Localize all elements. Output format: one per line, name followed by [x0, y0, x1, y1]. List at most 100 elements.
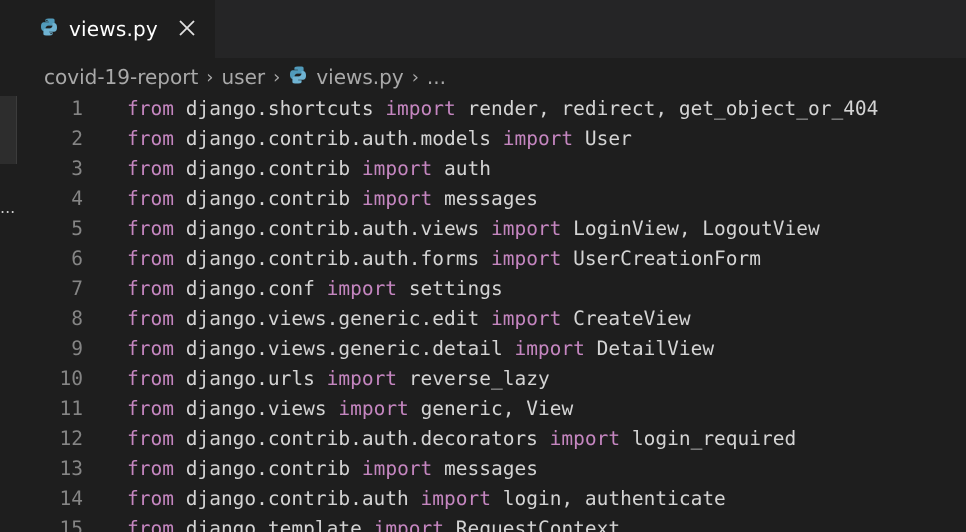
keyword-import: import: [361, 457, 433, 480]
code-line[interactable]: 6 from django.contrib.auth.forms import U…: [19, 244, 966, 274]
module-path: django.contrib: [185, 457, 351, 480]
code-line[interactable]: 8 from django.views.generic.edit import C…: [19, 304, 966, 334]
keyword-import: import: [420, 487, 491, 510]
line-number: 14: [59, 487, 83, 510]
keyword-from: from: [127, 367, 174, 390]
breadcrumb-folder-user[interactable]: user: [222, 65, 266, 89]
code-line[interactable]: 7 from django.conf import settings: [19, 274, 966, 304]
editor-tab-bar: views.py: [0, 0, 966, 58]
keyword-import: import: [373, 517, 445, 532]
code-text: from django.template import RequestConte…: [127, 514, 620, 532]
keyword-from: from: [127, 517, 174, 532]
code-text: from django.contrib.auth import login, a…: [127, 484, 726, 514]
keyword-import: import: [361, 187, 433, 210]
code-text: from django.views import generic, View: [127, 394, 573, 424]
keyword-from: from: [127, 397, 174, 420]
line-number: 3: [71, 157, 83, 180]
breadcrumb-folder-covid-19-report[interactable]: covid-19-report: [44, 65, 198, 89]
imported-names: CreateView: [573, 307, 691, 330]
module-path: django.contrib.auth.views: [185, 217, 480, 240]
keyword-import: import: [514, 337, 585, 360]
tab-bar-gutter: [0, 0, 19, 58]
code-text: from django.views.generic.detail import …: [127, 334, 714, 364]
keyword-from: from: [127, 157, 174, 180]
keyword-import: import: [326, 367, 398, 390]
code-line[interactable]: 13 from django.contrib import messages: [19, 454, 966, 484]
module-path: django.template: [185, 517, 362, 532]
code-text: from django.contrib import messages: [127, 184, 538, 214]
keyword-from: from: [127, 187, 174, 210]
keyword-from: from: [127, 487, 174, 510]
line-number: 1: [71, 97, 83, 120]
keyword-import: import: [502, 127, 574, 150]
imported-names: render, redirect, get_object_or_404: [467, 97, 879, 120]
code-line[interactable]: 3 from django.contrib import auth: [19, 154, 966, 184]
module-path: django.shortcuts: [185, 97, 374, 120]
code-text: from django.contrib.auth.forms import Us…: [127, 244, 761, 274]
code-line[interactable]: 10 from django.urls import reverse_lazy: [19, 364, 966, 394]
tab-views-py[interactable]: views.py: [19, 0, 215, 58]
line-number: 11: [59, 397, 83, 420]
code-line[interactable]: 5 from django.contrib.auth.views import L…: [19, 214, 966, 244]
keyword-import: import: [361, 157, 433, 180]
keyword-from: from: [127, 457, 174, 480]
keyword-from: from: [127, 427, 174, 450]
code-line[interactable]: 4 from django.contrib import messages: [19, 184, 966, 214]
tab-label: views.py: [69, 17, 158, 41]
code-line[interactable]: 15 from django.template import RequestCon…: [19, 514, 966, 532]
module-path: django.views.generic.edit: [185, 307, 480, 330]
code-line[interactable]: 1 from django.shortcuts import render, re…: [19, 94, 966, 124]
breadcrumb-symbol-ellipsis[interactable]: ...: [427, 65, 446, 89]
keyword-import: import: [490, 247, 562, 270]
line-number: 7: [71, 277, 83, 300]
keyword-from: from: [127, 337, 174, 360]
line-number: 9: [71, 337, 83, 360]
close-icon[interactable]: [177, 18, 197, 38]
module-path: django.views.generic.detail: [185, 337, 503, 360]
imported-names: messages: [444, 187, 538, 210]
keyword-from: from: [127, 277, 174, 300]
code-line[interactable]: 2 from django.contrib.auth.models import …: [19, 124, 966, 154]
code-text: from django.shortcuts import render, red…: [127, 94, 878, 124]
code-line[interactable]: 12 from django.contrib.auth.decorators im…: [19, 424, 966, 454]
side-panel-overflow[interactable]: ...: [0, 96, 17, 216]
imported-names: auth: [444, 157, 492, 180]
imported-names: DetailView: [596, 337, 715, 360]
keyword-import: import: [385, 97, 456, 120]
code-line[interactable]: 11 from django.views import generic, View: [19, 394, 966, 424]
chevron-right-icon: ›: [411, 66, 419, 88]
code-line[interactable]: 9 from django.views.generic.detail import…: [19, 334, 966, 364]
module-path: django.contrib.auth.decorators: [185, 427, 538, 450]
module-path: django.views: [185, 397, 327, 420]
line-number: 2: [71, 127, 83, 150]
imported-names: messages: [444, 457, 538, 480]
line-number: 15: [59, 517, 83, 532]
line-number: 4: [71, 187, 83, 210]
keyword-import: import: [490, 217, 562, 240]
code-text: from django.views.generic.edit import Cr…: [127, 304, 691, 334]
module-path: django.urls: [185, 367, 315, 390]
code-text: from django.urls import reverse_lazy: [127, 364, 550, 394]
line-number: 10: [59, 367, 83, 390]
keyword-from: from: [127, 217, 174, 240]
imported-names: LoginView, LogoutView: [573, 217, 820, 240]
breadcrumb-file-views-py[interactable]: views.py: [316, 65, 403, 89]
line-number: 6: [71, 247, 83, 270]
code-text: from django.contrib import messages: [127, 454, 538, 484]
imported-names: login_required: [631, 427, 797, 450]
more-icon[interactable]: ...: [0, 200, 15, 216]
module-path: django.contrib.auth: [185, 487, 409, 510]
imported-names: reverse_lazy: [408, 367, 550, 390]
code-editor[interactable]: 1 from django.shortcuts import render, re…: [19, 94, 966, 532]
code-text: from django.contrib.auth.views import Lo…: [127, 214, 820, 244]
line-number: 13: [59, 457, 83, 480]
keyword-from: from: [127, 307, 174, 330]
line-number: 8: [71, 307, 83, 330]
code-text: from django.contrib import auth: [127, 154, 491, 184]
line-number: 12: [59, 427, 83, 450]
code-line[interactable]: 14 from django.contrib.auth import login,…: [19, 484, 966, 514]
keyword-import: import: [338, 397, 409, 420]
code-text: from django.contrib.auth.decorators impo…: [127, 424, 796, 454]
chevron-right-icon: ›: [206, 66, 214, 88]
imported-names: settings: [408, 277, 503, 300]
